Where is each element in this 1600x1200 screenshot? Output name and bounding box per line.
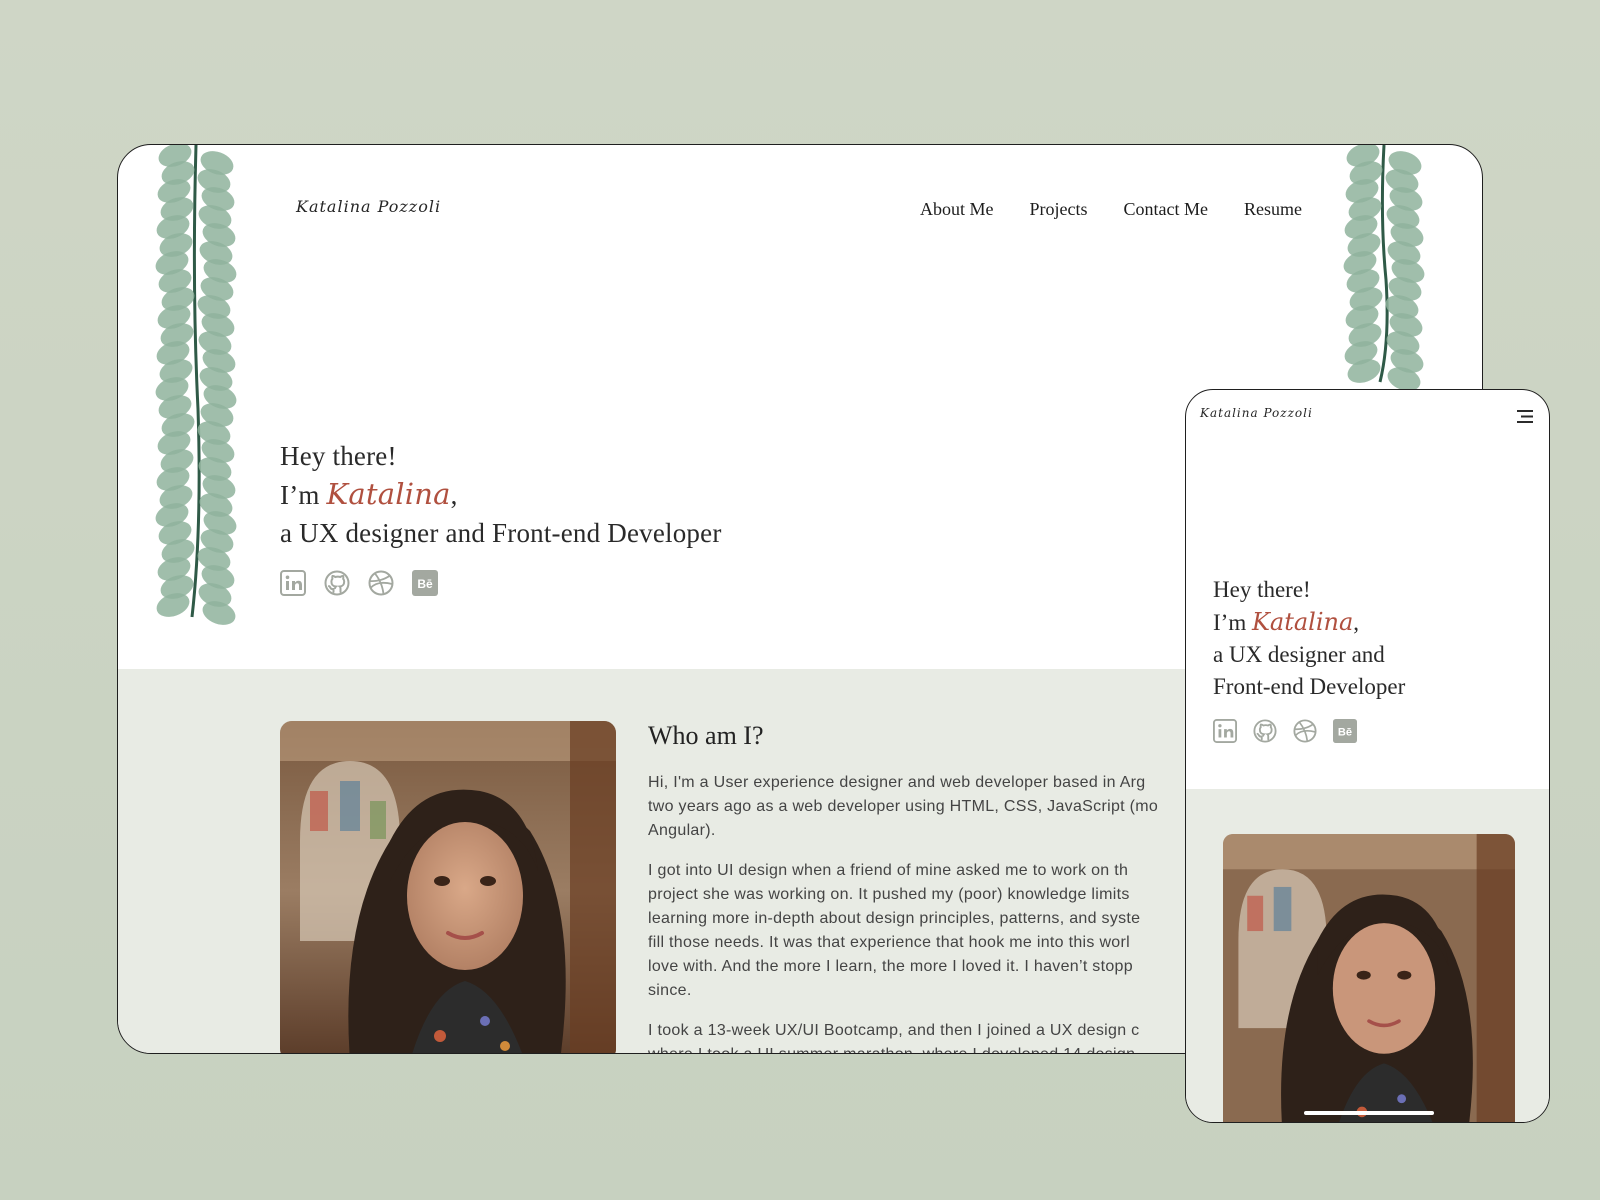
eucalyptus-decoration-right: [1343, 145, 1425, 390]
mobile-hero-intro: I’m Katalina,: [1213, 606, 1405, 639]
linkedin-icon[interactable]: [1213, 719, 1237, 743]
nav-projects[interactable]: Projects: [1030, 199, 1088, 220]
github-icon[interactable]: [324, 570, 350, 596]
main-nav: About Me Projects Contact Me Resume: [920, 199, 1302, 220]
mobile-hero-intro-suffix: ,: [1353, 610, 1360, 635]
about-line: Angular).: [648, 822, 716, 839]
nav-resume[interactable]: Resume: [1244, 199, 1302, 220]
about-line: love with. And the more I learn, the mor…: [648, 958, 1133, 975]
about-line: I took a 13-week UX/UI Bootcamp, and the…: [648, 1022, 1140, 1039]
hero-name: Katalina: [326, 477, 451, 511]
behance-icon[interactable]: Bē: [1333, 719, 1357, 743]
hero-intro: I’m Katalina,: [280, 475, 722, 514]
mobile-hero-role-line2: Front-end Developer: [1213, 674, 1406, 699]
svg-text:Bē: Bē: [417, 577, 433, 591]
about-line: Hi, I'm a User experience designer and w…: [648, 774, 1146, 791]
mobile-site-logo[interactable]: Katalina Pozzoli: [1200, 406, 1313, 420]
svg-text:Bē: Bē: [1338, 727, 1352, 739]
hero-intro-prefix: I’m: [280, 480, 327, 510]
mobile-hero-intro-prefix: I’m: [1213, 610, 1252, 635]
hero-greeting: Hey there!: [280, 441, 397, 471]
dribbble-icon[interactable]: [1293, 719, 1317, 743]
eucalyptus-decoration-left: [155, 145, 237, 625]
about-line: where I took a UI summer marathon, where…: [648, 1046, 1135, 1053]
github-icon[interactable]: [1253, 719, 1277, 743]
social-links: Bē: [280, 570, 722, 596]
about-line: two years ago as a web developer using H…: [648, 798, 1159, 815]
about-line: learning more in-depth about design prin…: [648, 910, 1141, 927]
nav-contact-me[interactable]: Contact Me: [1124, 199, 1208, 220]
mobile-hero-name: Katalina: [1251, 608, 1354, 636]
mobile-profile-photo: [1223, 834, 1515, 1122]
mobile-hero-greeting: Hey there!: [1213, 577, 1311, 602]
home-indicator: [1304, 1111, 1434, 1115]
about-line: project she was working on. It pushed my…: [648, 886, 1130, 903]
mobile-hero-role-line1: a UX designer and: [1213, 642, 1385, 667]
mobile-mockup: Katalina Pozzoli Hey there! I’m Katalina…: [1185, 389, 1550, 1123]
hamburger-menu-icon[interactable]: [1517, 410, 1533, 423]
hero-role: a UX designer and Front-end Developer: [280, 518, 722, 548]
dribbble-icon[interactable]: [368, 570, 394, 596]
about-line: fill those needs. It was that experience…: [648, 934, 1130, 951]
site-logo[interactable]: Katalina Pozzoli: [296, 197, 441, 216]
about-line: I got into UI design when a friend of mi…: [648, 862, 1129, 879]
hero-section: Hey there! I’m Katalina, a UX designer a…: [280, 437, 722, 596]
profile-photo: [280, 721, 616, 1053]
about-line: since.: [648, 982, 692, 999]
mobile-hero-section: Hey there! I’m Katalina, a UX designer a…: [1213, 574, 1405, 743]
nav-about-me[interactable]: About Me: [920, 199, 994, 220]
mobile-social-links: Bē: [1213, 719, 1405, 743]
mobile-about-section: [1186, 789, 1549, 1122]
hero-intro-suffix: ,: [450, 480, 458, 510]
behance-icon[interactable]: Bē: [412, 570, 438, 596]
linkedin-icon[interactable]: [280, 570, 306, 596]
